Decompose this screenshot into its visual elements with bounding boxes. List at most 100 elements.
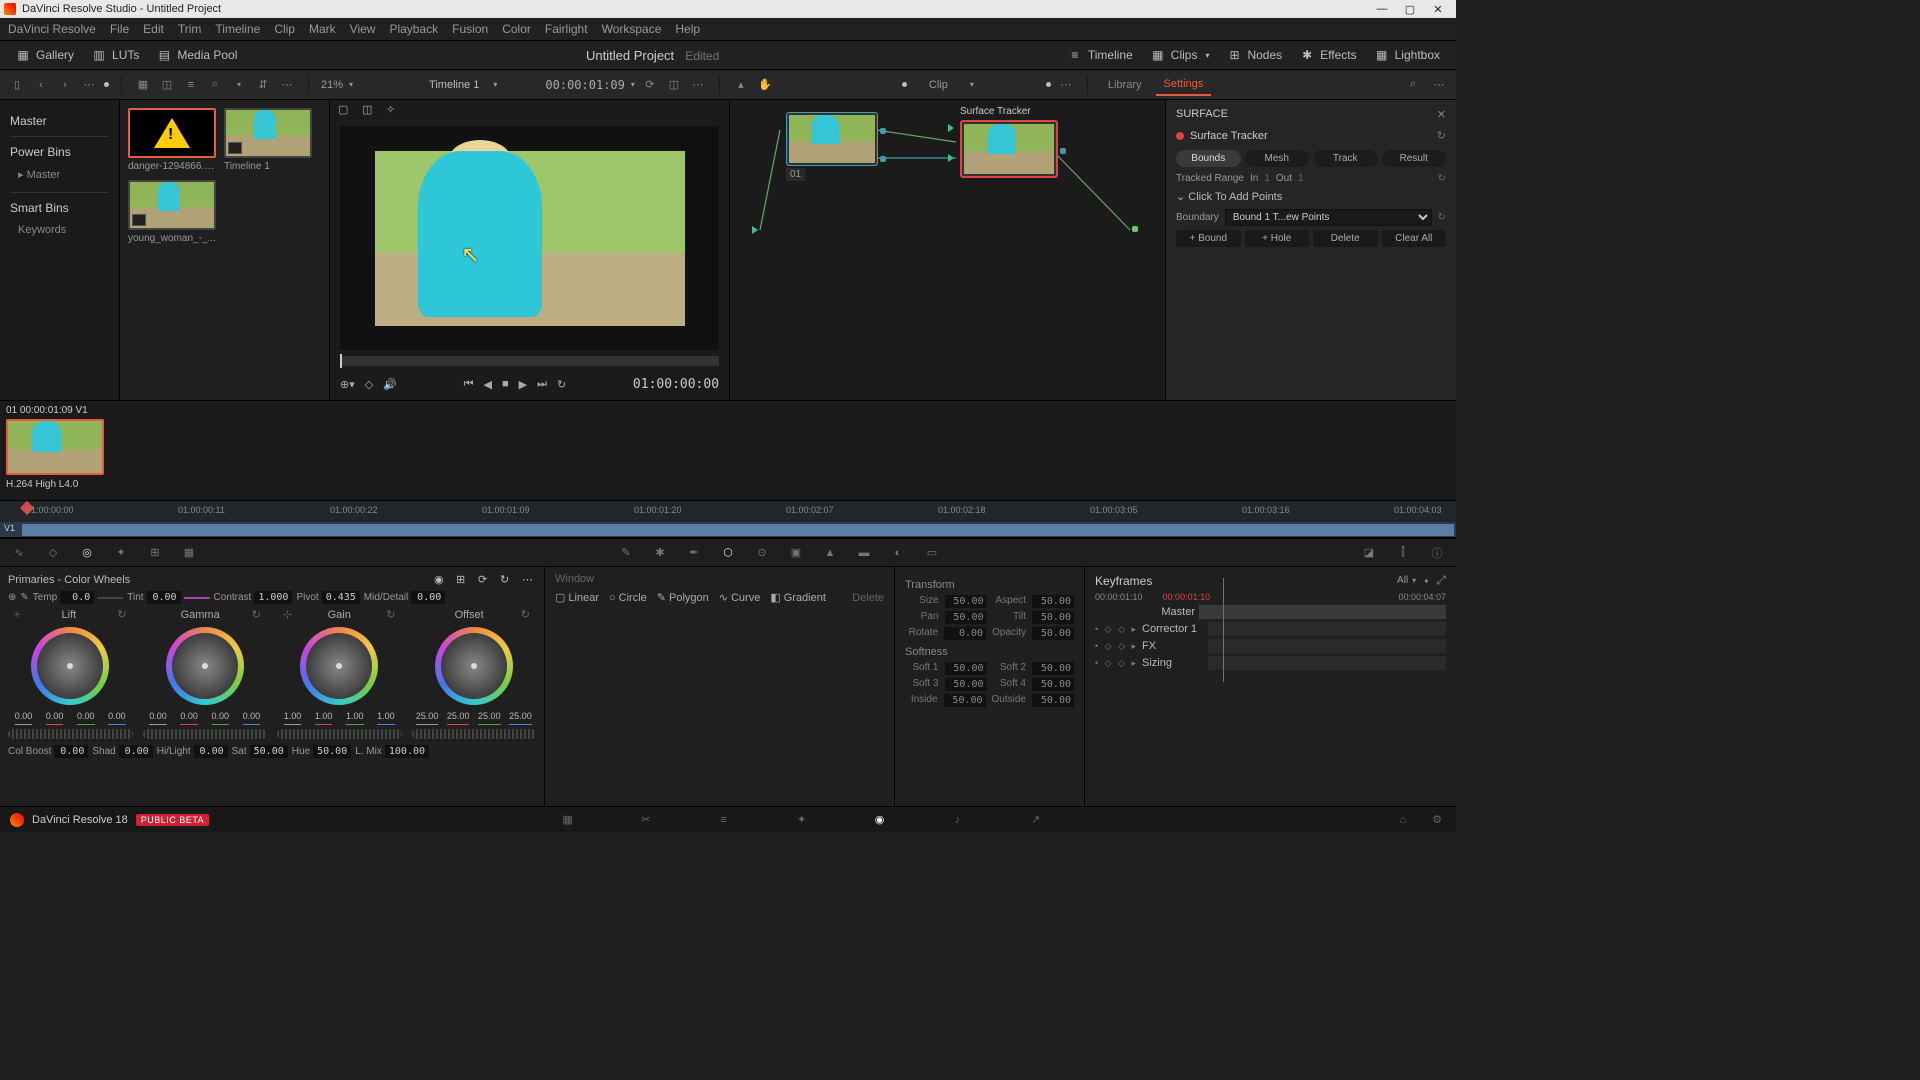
split-icon[interactable]: ◫ (665, 76, 683, 94)
tool-icon[interactable]: ✎ (617, 544, 635, 562)
tool-icon[interactable]: ⊙ (753, 544, 771, 562)
custom-icon[interactable]: ✦ (112, 544, 130, 562)
timeline-clip[interactable] (22, 524, 1454, 536)
prev-frame-button[interactable]: ◀ (484, 378, 492, 391)
deliver-page-icon[interactable]: ↗ (1027, 811, 1045, 829)
power-bins-header[interactable]: Power Bins (10, 145, 109, 159)
viewer-options-icon[interactable]: ⊕▾ (340, 378, 355, 391)
edit-page-icon[interactable]: ≡ (715, 811, 733, 829)
pan-value[interactable]: 50.00 (945, 611, 987, 624)
scope-icon[interactable]: ◪ (1360, 544, 1378, 562)
keyframes-all[interactable]: All (1397, 575, 1408, 586)
contrast-value[interactable]: 1.000 (254, 591, 292, 604)
soft1-value[interactable]: 50.00 (945, 662, 987, 675)
temp-value[interactable]: 0.0 (60, 591, 94, 604)
settings-icon[interactable]: ⚙ (1428, 811, 1446, 829)
boundary-select[interactable]: Bound 1 T...ew Points (1225, 209, 1432, 226)
cut-page-icon[interactable]: ✂ (637, 811, 655, 829)
reset-icon[interactable]: ↻ (386, 608, 395, 621)
tint-value[interactable]: 0.00 (147, 591, 181, 604)
tilt-value[interactable]: 50.00 (1032, 611, 1074, 624)
timeline-name[interactable]: Timeline 1 (429, 79, 479, 91)
search-icon[interactable]: ⌕ (206, 76, 224, 94)
gamma-wheel[interactable] (166, 627, 244, 705)
menu-help[interactable]: Help (675, 22, 700, 36)
size-value[interactable]: 50.00 (945, 595, 987, 608)
picker-icon[interactable]: ⊕ (8, 592, 16, 603)
viewer-split-icon[interactable]: ◫ (362, 103, 378, 119)
polygon-tool[interactable]: ✎Polygon (657, 591, 709, 604)
chevron-down-icon[interactable]: ▾ (493, 80, 497, 89)
menu-edit[interactable]: Edit (143, 22, 164, 36)
reset-icon[interactable]: ↻ (1438, 173, 1446, 184)
prev-icon[interactable]: ‹ (32, 76, 50, 94)
delete-button[interactable]: Delete (1313, 230, 1378, 247)
node-output-port[interactable] (1060, 148, 1066, 154)
in-value[interactable]: 1 (1264, 173, 1270, 184)
viewer-wand-icon[interactable]: ✧ (386, 103, 402, 119)
add-bound-button[interactable]: + Bound (1176, 230, 1241, 247)
viewer-mode-icon[interactable]: ▢ (338, 103, 354, 119)
zoom-level[interactable]: 21% (321, 79, 343, 91)
menu-fusion[interactable]: Fusion (452, 22, 488, 36)
hilight-value[interactable]: 0.00 (194, 745, 228, 758)
menu-timeline[interactable]: Timeline (215, 22, 260, 36)
media-clip-young-woman[interactable] (128, 180, 216, 230)
more-icon[interactable]: ⋯ (278, 76, 296, 94)
viewer-clip-icon[interactable]: ◇ (365, 378, 373, 391)
node-surface-tracker[interactable] (960, 120, 1058, 178)
next-icon[interactable]: › (56, 76, 74, 94)
tool-icon[interactable]: ◐ (889, 544, 907, 562)
fusion-page-icon[interactable]: ✦ (793, 811, 811, 829)
video-track[interactable]: V1 (0, 522, 1456, 538)
mode-icon[interactable]: ⊞ (456, 573, 470, 587)
menu-color[interactable]: Color (502, 22, 531, 36)
close-icon[interactable]: ✕ (1437, 108, 1446, 121)
tool-icon[interactable]: ▲ (821, 544, 839, 562)
list-view-icon[interactable]: ≡ (182, 76, 200, 94)
maximize-button[interactable]: ▢ (1396, 3, 1424, 16)
add-hole-button[interactable]: + Hole (1245, 230, 1310, 247)
menu-file[interactable]: File (110, 22, 129, 36)
timeline-panel-button[interactable]: ≡Timeline (1062, 45, 1139, 65)
settings-tab[interactable]: Settings (1156, 74, 1212, 96)
kf-sizing[interactable]: Sizing (1142, 657, 1204, 669)
media-clip-danger[interactable] (128, 108, 216, 158)
node-input-port[interactable] (948, 124, 954, 132)
minimize-button[interactable]: — (1368, 3, 1396, 15)
menu-fairlight[interactable]: Fairlight (545, 22, 588, 36)
nodes-panel-button[interactable]: ⊞Nodes (1221, 45, 1288, 65)
menu-clip[interactable]: Clip (274, 22, 295, 36)
info-icon[interactable]: ⓘ (1428, 544, 1446, 562)
chevron-down-icon[interactable]: ▾ (1412, 576, 1416, 585)
clip-thumbnail[interactable] (6, 419, 104, 475)
master-bin[interactable]: Master (10, 114, 109, 128)
click-to-add-points[interactable]: Click To Add Points (1176, 190, 1446, 203)
chevron-down-icon[interactable]: ▾ (970, 80, 974, 89)
linear-tool[interactable]: ▢Linear (555, 591, 599, 604)
lmix-value[interactable]: 100.00 (385, 745, 429, 758)
tool-icon[interactable]: ▬ (855, 544, 873, 562)
kf-controls[interactable]: • ◇ ◇ ▸ (1095, 658, 1138, 669)
play-button[interactable]: ▶ (519, 378, 527, 391)
bounds-tab[interactable]: Bounds (1176, 150, 1241, 167)
menu-trim[interactable]: Trim (178, 22, 202, 36)
picker-icon[interactable]: ✎ (20, 592, 28, 603)
viewer-timecode[interactable]: 01:00:00:00 (633, 377, 719, 392)
lightbox-button[interactable]: ▦Lightbox (1369, 45, 1446, 65)
clear-all-button[interactable]: Clear All (1382, 230, 1447, 247)
color-page-icon[interactable]: ◉ (871, 811, 889, 829)
node-output-port[interactable] (880, 128, 886, 134)
window-delete[interactable]: Delete (852, 592, 884, 604)
node-input-port[interactable] (948, 154, 954, 162)
out-value[interactable]: 1 (1298, 173, 1304, 184)
loop-button[interactable]: ↻ (557, 378, 566, 391)
curves-icon[interactable]: ∿ (10, 544, 28, 562)
rgb-icon[interactable]: ▦ (180, 544, 198, 562)
aspect-value[interactable]: 50.00 (1032, 595, 1074, 608)
chevron-down-icon[interactable]: ▾ (230, 76, 248, 94)
gain-jog[interactable] (277, 729, 402, 739)
menu-mark[interactable]: Mark (309, 22, 336, 36)
middetail-value[interactable]: 0.00 (411, 591, 445, 604)
menu-davinci[interactable]: DaVinci Resolve (8, 22, 96, 36)
